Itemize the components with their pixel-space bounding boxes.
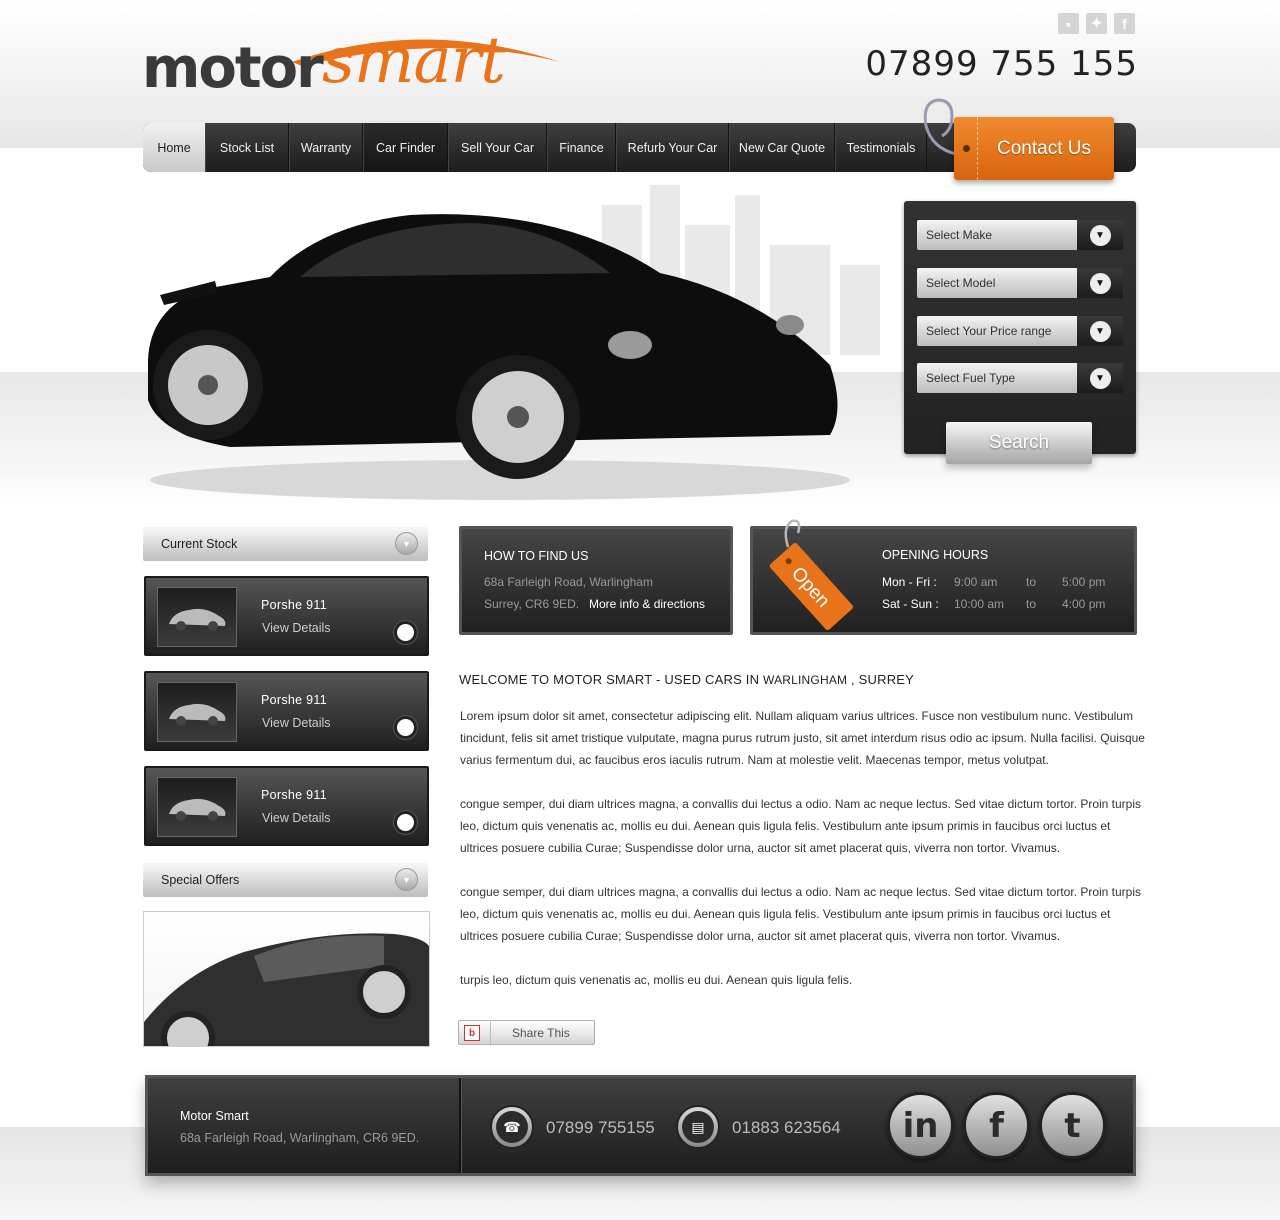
contact-us-label: Contact Us <box>997 137 1091 159</box>
stock-card[interactable]: Porshe 911 View Details <box>144 671 429 751</box>
stock-card[interactable]: Porshe 911 View Details <box>144 576 429 656</box>
twitter-icon[interactable]: t <box>1039 1092 1106 1159</box>
share-this-button[interactable]: b Share This <box>458 1020 595 1046</box>
stock-card[interactable]: Porshe 911 View Details <box>144 766 429 846</box>
select-make-label: Select Make <box>926 228 993 242</box>
header-phone: 07899 755 155 <box>865 44 1138 84</box>
logo-word-motor: motor <box>142 36 324 101</box>
select-model[interactable]: Select Model ▼ <box>917 268 1123 298</box>
footer-phone: 07899 755155 <box>546 1118 655 1137</box>
hours-days: Mon - Fri : <box>882 575 937 589</box>
chevron-down-icon[interactable]: ▼ <box>395 532 418 555</box>
logo[interactable]: motor smart <box>142 22 572 101</box>
special-offers-label: Special Offers <box>161 872 240 887</box>
stock-title: Porshe 911 <box>261 598 328 612</box>
select-model-dropdown[interactable]: ▼ <box>1077 268 1123 298</box>
hours-to: to <box>1026 575 1037 589</box>
tag-hole-icon <box>963 145 970 152</box>
chevron-down-icon: ▼ <box>1089 224 1111 246</box>
chevron-down-icon: ▼ <box>1089 367 1111 389</box>
select-fuel-dropdown[interactable]: ▼ <box>1077 363 1123 393</box>
chevron-down-icon[interactable]: ▼ <box>395 868 418 891</box>
fax-icon: ▤ <box>676 1105 720 1149</box>
select-make-dropdown[interactable]: ▼ <box>1077 220 1123 250</box>
footer-address: 68a Farleigh Road, Warlingham, CR6 9ED. <box>180 1131 420 1145</box>
select-make[interactable]: Select Make ▼ <box>917 220 1123 250</box>
top-social-links: ▪ ✦ f <box>1058 13 1135 34</box>
welcome-heading-end: , SURREY <box>847 672 915 687</box>
nav-item-refurb-your-car[interactable]: Refurb Your Car <box>616 123 729 172</box>
find-us-address-line2: Surrey, CR6 9ED. <box>484 597 580 611</box>
nav-item-new-car-quote[interactable]: New Car Quote <box>729 123 835 172</box>
share-this-label: Share This <box>512 1025 570 1040</box>
car-finder-panel: Select Make ▼ Select Model ▼ Select Your… <box>904 201 1136 464</box>
view-details-link[interactable]: View Details <box>262 621 331 635</box>
special-offer-image[interactable] <box>143 911 430 1047</box>
hero-car-image <box>148 185 880 500</box>
find-us-title: HOW TO FIND US <box>484 549 589 563</box>
stock-thumbnail[interactable] <box>157 682 237 742</box>
hours-close: 5:00 pm <box>1062 575 1106 589</box>
body-paragraph: Lorem ipsum dolor sit amet, consectetur … <box>460 709 1145 767</box>
select-fuel-type[interactable]: Select Fuel Type ▼ <box>917 363 1123 393</box>
hours-open: 9:00 am <box>954 575 998 589</box>
chevron-down-icon: ▼ <box>1089 320 1111 342</box>
select-price-range-label: Select Your Price range <box>926 324 1052 338</box>
footer-company-name: Motor Smart <box>180 1109 249 1123</box>
welcome-heading: WELCOME TO MOTOR SMART - USED CARS IN WA… <box>459 672 914 687</box>
opening-hours-title: OPENING HOURS <box>882 548 989 562</box>
how-to-find-us-panel: HOW TO FIND US 68a Farleigh Road, Warlin… <box>459 526 733 635</box>
view-details-link[interactable]: View Details <box>262 811 331 825</box>
hours-close: 4:00 pm <box>1062 597 1106 611</box>
open-tag-icon: Open <box>769 519 853 630</box>
select-price-dropdown[interactable]: ▼ <box>1077 316 1123 346</box>
hours-to: to <box>1026 597 1037 611</box>
special-offers-header[interactable]: Special Offers ▼ <box>143 862 428 897</box>
body-paragraph: congue semper, dui diam ultrices magna, … <box>460 797 1142 855</box>
current-stock-label: Current Stock <box>161 536 238 551</box>
find-us-address-line1: 68a Farleigh Road, Warlingham <box>484 575 653 589</box>
facebook-icon[interactable]: f <box>963 1092 1030 1159</box>
nav-item-sell-your-car[interactable]: Sell Your Car <box>448 123 547 172</box>
current-stock-header[interactable]: Current Stock ▼ <box>143 526 428 561</box>
stock-select-button[interactable] <box>394 811 417 834</box>
nav-item-finance[interactable]: Finance <box>547 123 616 172</box>
directions-link[interactable]: More info & directions <box>589 597 705 611</box>
nav-item-warranty[interactable]: Warranty <box>289 123 363 172</box>
logo-word-smart: smart <box>322 24 506 98</box>
hours-days: Sat - Sun : <box>882 597 939 611</box>
footer-fax: 01883 623564 <box>732 1118 841 1137</box>
stock-thumbnail[interactable] <box>157 587 237 647</box>
select-fuel-type-label: Select Fuel Type <box>926 371 1016 385</box>
nav-item-stock-list[interactable]: Stock List <box>205 123 289 172</box>
facebook-icon[interactable]: f <box>1114 13 1135 34</box>
linkedin-icon[interactable]: in <box>887 1092 954 1159</box>
contact-us-button[interactable]: Contact Us <box>954 117 1114 180</box>
select-model-label: Select Model <box>926 276 996 290</box>
search-button[interactable]: Search <box>946 422 1092 464</box>
welcome-heading-main: WELCOME TO MOTOR SMART - USED CARS IN <box>459 672 763 687</box>
myspace-icon[interactable]: ▪ <box>1058 13 1079 34</box>
stock-title: Porshe 911 <box>261 693 328 707</box>
footer-divider <box>459 1078 461 1173</box>
stock-select-button[interactable] <box>394 716 417 739</box>
nav-item-home[interactable]: Home <box>143 123 205 172</box>
phone-icon: ☎ <box>490 1105 534 1149</box>
view-details-link[interactable]: View Details <box>262 716 331 730</box>
stock-title: Porshe 911 <box>261 788 328 802</box>
select-price-range[interactable]: Select Your Price range ▼ <box>917 316 1123 346</box>
twitter-icon[interactable]: ✦ <box>1086 13 1107 34</box>
footer: Motor Smart 68a Farleigh Road, Warlingha… <box>145 1075 1136 1176</box>
hours-open: 10:00 am <box>954 597 1005 611</box>
stock-thumbnail[interactable] <box>157 777 237 837</box>
welcome-heading-place: WARLINGHAM <box>763 673 848 687</box>
share-icon: b <box>464 1022 491 1046</box>
stock-select-button[interactable] <box>394 621 417 644</box>
body-paragraph: turpis leo, dictum quis venenatis ac, mo… <box>460 973 853 987</box>
nav-item-car-finder[interactable]: Car Finder <box>363 123 448 172</box>
body-paragraph: congue semper, dui diam ultrices magna, … <box>460 885 1142 943</box>
chevron-down-icon: ▼ <box>1089 272 1111 294</box>
